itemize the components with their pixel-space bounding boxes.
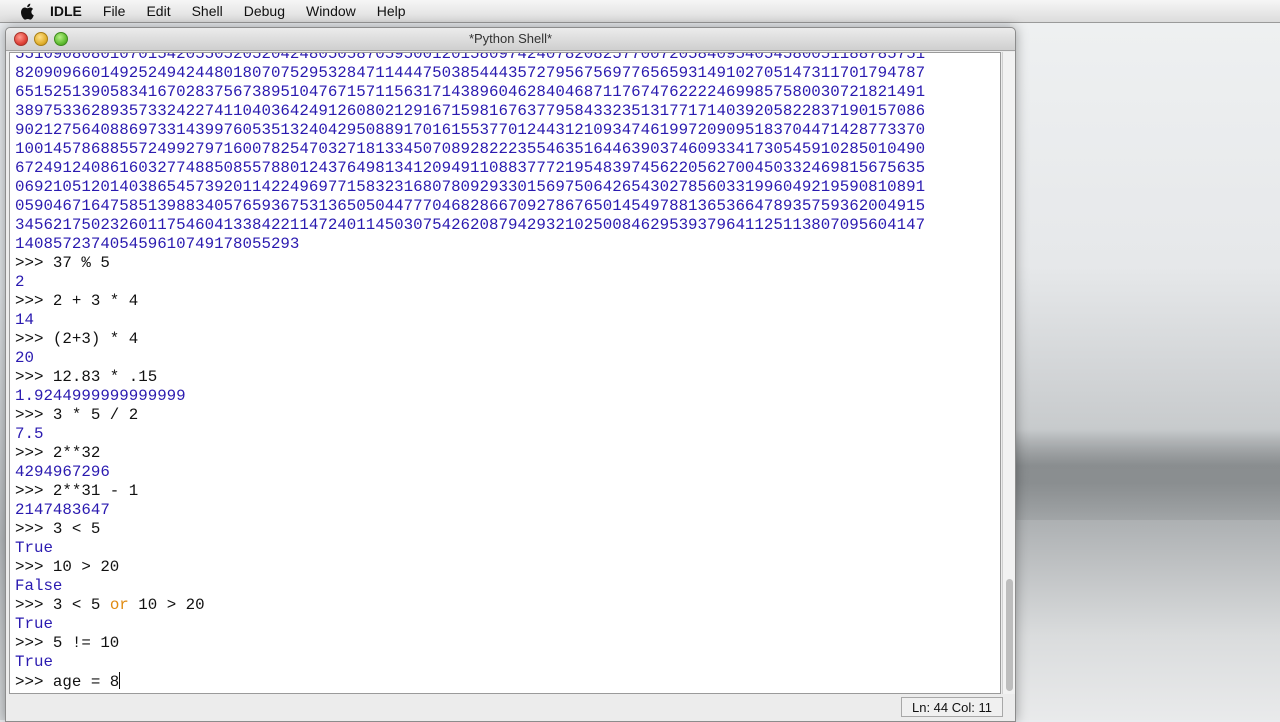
apple-icon[interactable] — [18, 2, 36, 20]
command-text: 2**31 - 1 — [52, 482, 139, 500]
menu-edit[interactable]: Edit — [146, 3, 170, 19]
command-line: >>> 5 != 10 — [15, 634, 925, 653]
command-text: 10 > 20 — [128, 596, 205, 614]
command-text: 10 > 20 — [52, 558, 120, 576]
command-text: 3 < 5 — [52, 596, 110, 614]
vertical-scrollbar[interactable] — [1002, 52, 1015, 694]
result-line: 2147483647 — [15, 501, 110, 519]
shell-prompt: >>> — [15, 673, 53, 691]
shell-prompt: >>> — [15, 520, 53, 538]
title-bar[interactable]: *Python Shell* — [6, 28, 1015, 51]
shell-prompt: >>> — [15, 292, 53, 310]
current-input-line[interactable]: >>> age = 8 — [15, 672, 925, 691]
result-line: 7.5 — [15, 425, 44, 443]
shell-prompt: >>> — [15, 406, 53, 424]
shell-prompt: >>> — [15, 634, 53, 652]
result-line: True — [15, 615, 53, 633]
shell-prompt: >>> — [15, 254, 53, 272]
shell-lines: 5510908080107015420550520520424805058705… — [15, 52, 926, 691]
command-line: >>> 2 + 3 * 4 — [15, 292, 925, 311]
result-line: 1.9244999999999999 — [15, 387, 186, 405]
command-text: 5 != 10 — [52, 634, 120, 652]
output-line: 9021275640886973314399760535132404295088… — [15, 121, 926, 139]
output-line: 3897533628935733242274110403642491260802… — [15, 102, 926, 120]
output-line: 6724912408616032774885085578801243764981… — [15, 159, 926, 177]
command-text: 37 % 5 — [52, 254, 110, 272]
shell-prompt: >>> — [15, 444, 53, 462]
result-line: True — [15, 653, 53, 671]
menu-help[interactable]: Help — [377, 3, 406, 19]
command-line: >>> 3 < 5 or 10 > 20 — [15, 596, 925, 615]
result-line: True — [15, 539, 53, 557]
result-line: 14 — [15, 311, 34, 329]
scrollbar-thumb[interactable] — [1006, 579, 1013, 691]
text-cursor — [119, 672, 121, 689]
result-line: 4294967296 — [15, 463, 110, 481]
command-text: (2+3) * 4 — [52, 330, 139, 348]
current-input[interactable]: age = 8 — [53, 673, 119, 691]
menu-debug[interactable]: Debug — [244, 3, 285, 19]
keyword-token: or — [109, 596, 129, 614]
window-title: *Python Shell* — [468, 31, 553, 46]
output-line: 6515251390583416702837567389510476715711… — [15, 83, 926, 101]
output-line: 0692105120140386545739201142249697715832… — [15, 178, 926, 196]
output-line: 140857237405459610749178055293 — [15, 235, 300, 253]
command-line: >>> (2+3) * 4 — [15, 330, 925, 349]
result-line: False — [15, 577, 63, 595]
command-line: >>> 3 < 5 — [15, 520, 925, 539]
menu-file[interactable]: File — [103, 3, 126, 19]
command-line: >>> 2**31 - 1 — [15, 482, 925, 501]
output-line: 3456217502326011754604133842211472401145… — [15, 216, 926, 234]
command-line: >>> 10 > 20 — [15, 558, 925, 577]
shell-prompt: >>> — [15, 330, 53, 348]
command-text: 3 * 5 / 2 — [52, 406, 139, 424]
command-text: 2**32 — [52, 444, 101, 462]
output-line: 0590467164758513988340576593675313650504… — [15, 197, 926, 215]
shell-prompt: >>> — [15, 596, 53, 614]
command-line: >>> 12.83 * .15 — [15, 368, 925, 387]
python-shell-window: *Python Shell* 5510908080107015420550520… — [5, 27, 1016, 722]
command-line: >>> 37 % 5 — [15, 254, 925, 273]
menu-app-name[interactable]: IDLE — [50, 3, 82, 19]
result-line: 2 — [15, 273, 25, 291]
result-line: 20 — [15, 349, 34, 367]
command-line: >>> 3 * 5 / 2 — [15, 406, 925, 425]
command-text: 12.83 * .15 — [52, 368, 158, 386]
command-text: 2 + 3 * 4 — [52, 292, 139, 310]
output-line: 5510908080107015420550520520424805058705… — [15, 52, 926, 63]
status-bar: Ln: 44 Col: 11 — [6, 695, 1015, 721]
menu-bar: IDLE File Edit Shell Debug Window Help — [0, 0, 1280, 23]
shell-prompt: >>> — [15, 482, 53, 500]
shell-prompt: >>> — [15, 368, 53, 386]
shell-prompt: >>> — [15, 558, 53, 576]
desktop-landscape — [1010, 430, 1280, 520]
command-text: 3 < 5 — [52, 520, 101, 538]
menu-window[interactable]: Window — [306, 3, 356, 19]
output-line: 1001457868855724992797160078254703271813… — [15, 140, 926, 158]
command-line: >>> 2**32 — [15, 444, 925, 463]
desktop-background — [1010, 22, 1280, 720]
cursor-position-status: Ln: 44 Col: 11 — [901, 697, 1003, 717]
menu-shell[interactable]: Shell — [192, 3, 223, 19]
output-line: 8209096601492524942448018070752953284711… — [15, 64, 926, 82]
shell-text-area[interactable]: 5510908080107015420550520520424805058705… — [9, 52, 1001, 694]
